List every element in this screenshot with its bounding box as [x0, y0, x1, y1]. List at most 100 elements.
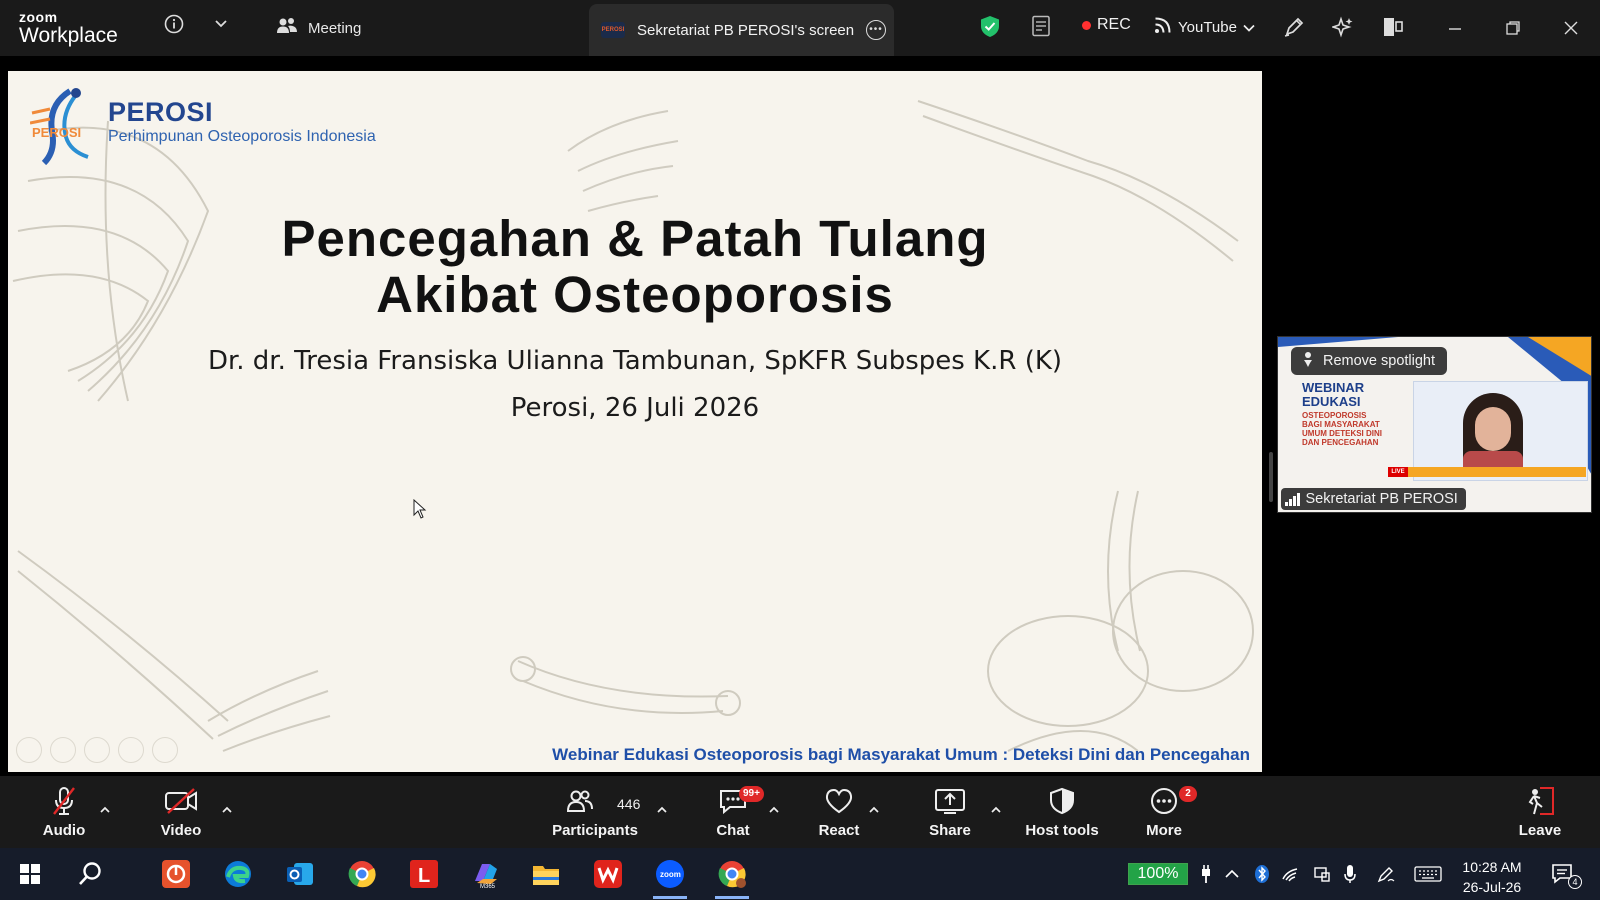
livestream-youtube-button[interactable]: YouTube [1154, 16, 1255, 38]
remove-spotlight-button[interactable]: Remove spotlight [1291, 347, 1448, 375]
chat-label: Chat [716, 822, 750, 839]
thumb-webinar-subtitle: OSTEOPOROSIS BAGI MASYARAKAT UMUM DETEKS… [1302, 411, 1382, 447]
screen-share-tab[interactable]: PEROSI Sekretariat PB PEROSI's screen ••… [589, 4, 894, 56]
pen-menu-icon[interactable] [1376, 864, 1396, 884]
restore-window-icon[interactable] [1503, 18, 1523, 38]
svg-text:M365: M365 [480, 884, 496, 889]
audio-options-chevron-icon[interactable] [99, 802, 111, 813]
app-icon-l[interactable]: L [409, 859, 439, 889]
windows-start-icon[interactable] [15, 859, 45, 889]
view-layout-icon[interactable] [1381, 15, 1405, 39]
org-full-name: Perhimpunan Osteoporosis Indonesia [108, 128, 376, 145]
pen-tool-icon[interactable] [84, 737, 110, 763]
search-icon[interactable] [75, 859, 105, 889]
app-icon-power[interactable] [161, 859, 191, 889]
shared-screen-slide[interactable]: PEROSI PEROSI Perhimpunan Osteoporosis I… [8, 71, 1262, 772]
recording-dot-icon [1082, 20, 1091, 30]
chevron-down-icon [1243, 19, 1255, 36]
leave-door-icon [1524, 786, 1556, 816]
logo-brand-small: zoom [19, 9, 58, 25]
slideshow-controls [16, 737, 178, 763]
more-label: More [1146, 822, 1182, 839]
participant-name-tag: Sekretariat PB PEROSI [1281, 488, 1466, 510]
annotate-pen-icon[interactable] [1282, 15, 1306, 39]
share-screen-icon [934, 786, 966, 816]
tab-more-options-icon[interactable]: ••• [866, 20, 886, 40]
chrome-profile-icon[interactable] [715, 859, 749, 899]
zoom-app-icon[interactable]: zoom [653, 859, 687, 899]
notification-center-icon[interactable]: 4 [1550, 861, 1582, 889]
share-button[interactable]: Share [910, 786, 990, 839]
meeting-stage: PEROSI PEROSI Perhimpunan Osteoporosis I… [0, 56, 1600, 776]
meeting-controls-toolbar: Audio Video Participants 446 Chat 99+ Re [0, 776, 1600, 848]
host-tools-button[interactable]: Host tools [1021, 786, 1103, 839]
security-shield-icon[interactable] [979, 14, 1001, 38]
zoom-slide-icon[interactable] [152, 737, 178, 763]
device-link-icon[interactable] [1312, 864, 1332, 884]
microsoft-365-icon[interactable]: M365 [471, 859, 501, 889]
react-options-chevron-icon[interactable] [868, 802, 880, 813]
org-name: PEROSI [108, 97, 214, 127]
slides-grid-icon[interactable] [118, 737, 144, 763]
chat-options-chevron-icon[interactable] [768, 802, 780, 813]
file-explorer-icon[interactable] [531, 859, 561, 889]
leave-label: Leave [1518, 822, 1562, 839]
video-off-icon [164, 786, 198, 816]
video-button[interactable]: Video [141, 786, 221, 839]
spotlight-video-tile[interactable]: WEBINAR EDUKASI OSTEOPOROSIS BAGI MASYAR… [1277, 336, 1592, 513]
participants-label: Participants [552, 822, 638, 839]
participants-count: 446 [617, 796, 641, 812]
share-label: Share [929, 822, 971, 839]
wps-office-icon[interactable] [593, 859, 623, 889]
charging-plug-icon[interactable] [1196, 864, 1216, 884]
show-hidden-icons-chevron-icon[interactable] [1222, 864, 1242, 884]
clock-time: 10:28 AM [1462, 859, 1522, 875]
leave-meeting-button[interactable]: Leave [1500, 786, 1580, 839]
participant-name: Sekretariat PB PEROSI [1305, 491, 1458, 507]
edge-browser-icon[interactable] [223, 859, 253, 889]
microphone-tray-icon[interactable] [1340, 864, 1360, 884]
touch-keyboard-icon[interactable] [1413, 864, 1443, 884]
share-tab-label: Sekretariat PB PEROSI's screen [637, 21, 855, 39]
clock-date: 26-Jul-26 [1462, 879, 1522, 895]
meeting-menu-button[interactable]: Meeting [276, 16, 361, 40]
slide-footer: Webinar Edukasi Osteoporosis bagi Masyar… [552, 745, 1250, 764]
more-notification-badge: 2 [1179, 786, 1197, 802]
close-window-icon[interactable] [1561, 18, 1581, 38]
outlook-icon[interactable] [285, 859, 315, 889]
recording-indicator[interactable]: REC [1082, 16, 1131, 34]
chat-unread-badge: 99+ [739, 786, 764, 802]
panel-resize-handle[interactable] [1269, 452, 1273, 502]
next-slide-icon[interactable] [50, 737, 76, 763]
rec-label: REC [1097, 16, 1131, 33]
spotlight-pin-icon [1301, 351, 1315, 371]
chrome-icon[interactable] [347, 859, 377, 889]
windows-taskbar: L M365 zoom 100% 10:28 AM 26-Jul-26 4 [0, 848, 1600, 900]
meeting-info-icon[interactable] [164, 14, 184, 34]
participants-button[interactable]: Participants [552, 786, 638, 839]
notes-icon[interactable] [1030, 14, 1052, 38]
chevron-down-icon[interactable] [213, 16, 229, 32]
logo-brand-large: Workplace [19, 24, 118, 47]
mouse-cursor-icon [413, 498, 427, 524]
ai-companion-sparkle-icon[interactable] [1331, 15, 1355, 39]
video-options-chevron-icon[interactable] [221, 802, 233, 813]
battery-indicator[interactable]: 100% [1128, 863, 1188, 885]
wifi-icon[interactable] [1281, 864, 1301, 884]
share-options-chevron-icon[interactable] [990, 802, 1002, 813]
muted-microphone-icon [50, 786, 78, 816]
audio-label: Audio [42, 822, 86, 839]
more-options-icon [1149, 786, 1179, 816]
system-clock[interactable]: 10:28 AM 26-Jul-26 [1452, 857, 1532, 897]
video-label: Video [160, 822, 202, 839]
meeting-people-icon [276, 16, 298, 40]
svg-text:zoom: zoom [660, 870, 681, 879]
previous-slide-icon[interactable] [16, 737, 42, 763]
react-button[interactable]: React [799, 786, 879, 839]
participants-options-chevron-icon[interactable] [656, 802, 668, 813]
minimize-window-icon[interactable] [1445, 18, 1465, 38]
svg-text:L: L [418, 865, 430, 887]
bluetooth-icon[interactable] [1252, 864, 1272, 884]
audio-button[interactable]: Audio [24, 786, 104, 839]
heart-icon [824, 786, 854, 816]
